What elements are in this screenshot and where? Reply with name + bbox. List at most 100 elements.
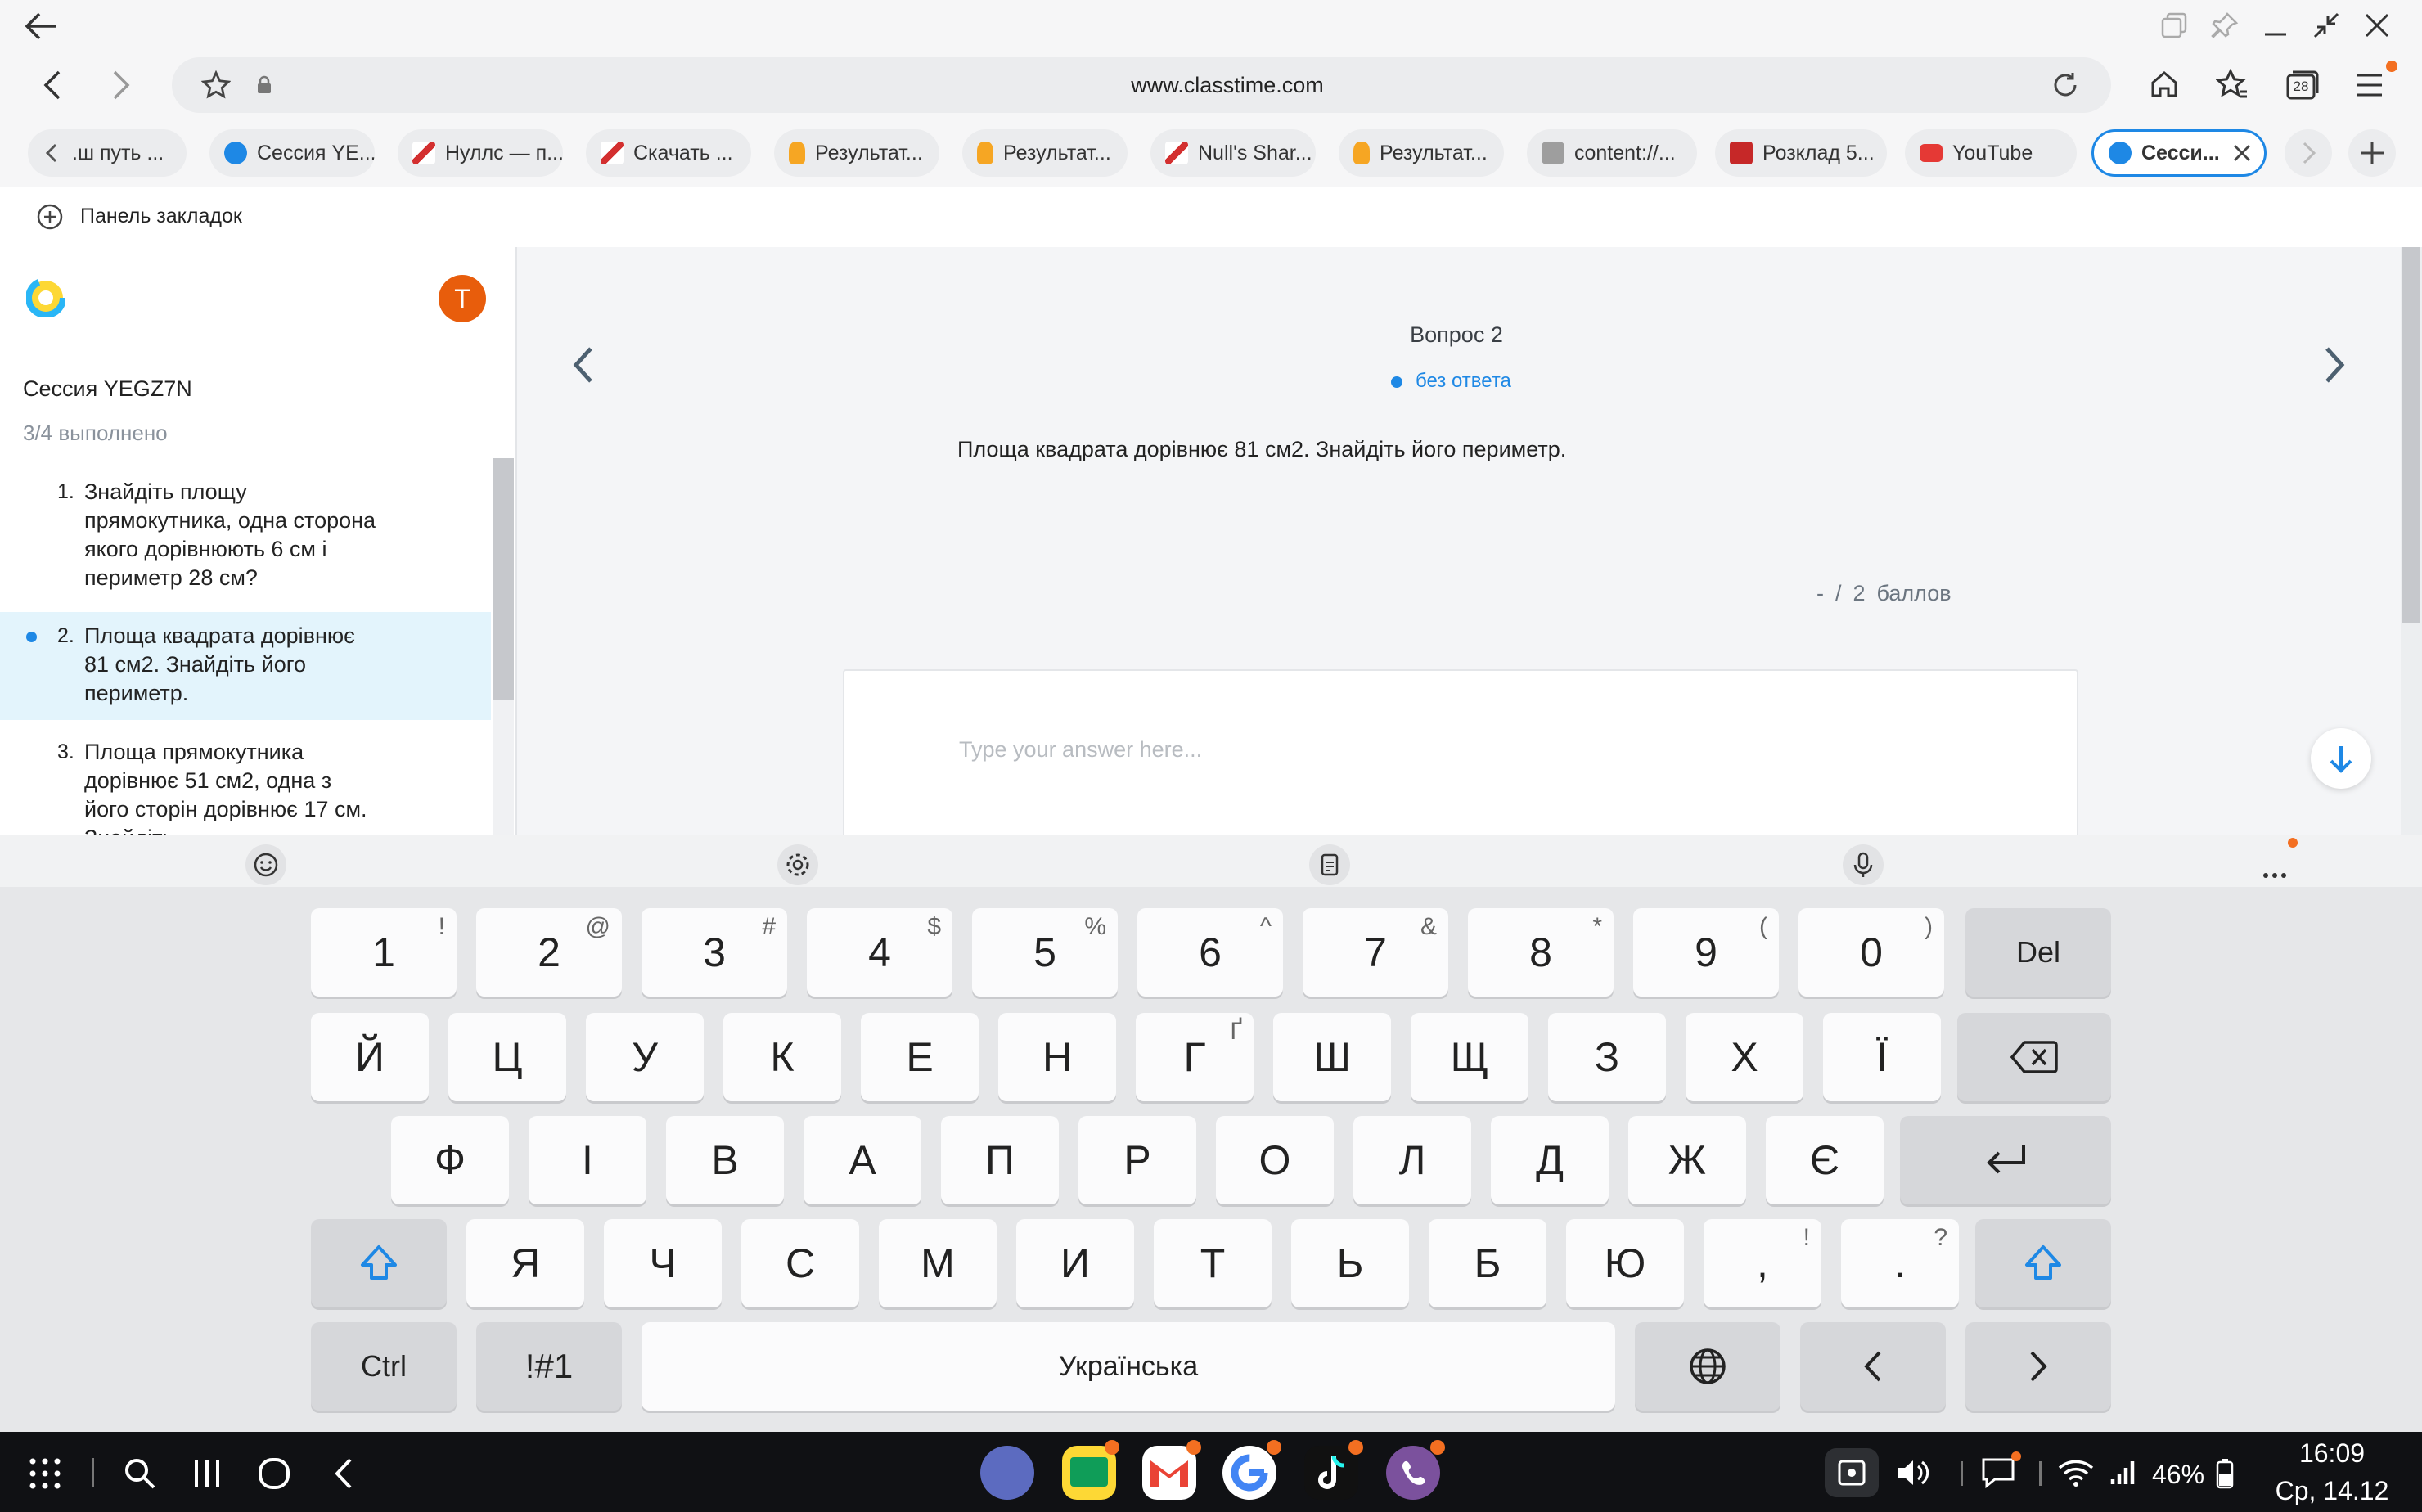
pin-icon[interactable] <box>2211 11 2239 39</box>
home-icon[interactable] <box>2149 69 2180 100</box>
tab-4[interactable]: Скачать ... <box>586 129 751 177</box>
home-button-icon[interactable] <box>257 1456 291 1491</box>
tab-5[interactable]: Результат... <box>774 129 939 177</box>
backspace-key[interactable] <box>1957 1013 2111 1101</box>
nav-back-icon[interactable] <box>38 69 67 101</box>
sidebar-scrollbar-thumb[interactable] <box>493 458 514 700</box>
question-list-item-active[interactable]: 2. Площа квадрата дорівнює 81 см2. Знайд… <box>0 612 491 720</box>
bookmarks-panel-label[interactable]: Панель закладок <box>80 205 242 228</box>
classtime-logo-icon[interactable] <box>26 278 65 317</box>
tab-10[interactable]: Розклад 5... <box>1715 129 1887 177</box>
key-8[interactable]: 8 * <box>1468 908 1614 997</box>
key-letter[interactable]: Б <box>1429 1219 1546 1307</box>
minimize-icon[interactable] <box>2262 11 2289 39</box>
tab-scroll-right-button[interactable] <box>2285 129 2332 177</box>
key-4[interactable]: 4 $ <box>807 908 952 997</box>
key-letter[interactable]: Ч <box>604 1219 722 1307</box>
question-list-item[interactable]: 3. Площа прямокутника дорівнює 51 см2, о… <box>0 738 491 835</box>
url-text[interactable]: www.classtime.com <box>818 57 1636 113</box>
key-letter[interactable]: Д <box>1491 1116 1609 1204</box>
tab-12-active[interactable]: Сесси... <box>2091 129 2267 177</box>
bookmark-star-icon[interactable] <box>201 70 231 100</box>
cursor-right-key[interactable] <box>1965 1322 2111 1411</box>
screen-capture-icon[interactable] <box>1825 1448 1879 1497</box>
nav-forward-icon[interactable] <box>106 69 136 101</box>
key-letter[interactable]: Ь <box>1291 1219 1409 1307</box>
messages-app-icon[interactable] <box>980 1446 1034 1500</box>
key-letter[interactable]: М <box>879 1219 997 1307</box>
spacebar-key[interactable]: Українська <box>642 1322 1615 1411</box>
page-scrollbar-thumb[interactable] <box>2402 247 2420 623</box>
key-letter[interactable]: Н <box>998 1013 1116 1101</box>
answer-field[interactable] <box>843 669 2078 861</box>
key-letter[interactable]: С <box>741 1219 859 1307</box>
back-arrow-icon[interactable] <box>25 11 57 41</box>
bookmarks-icon[interactable] <box>2216 69 2249 100</box>
system-back-icon[interactable] <box>327 1456 362 1491</box>
key-letter[interactable]: Ї <box>1823 1013 1941 1101</box>
key-letter[interactable]: Е <box>861 1013 979 1101</box>
shift-left-key[interactable] <box>311 1219 447 1307</box>
key-letter[interactable]: Ш <box>1273 1013 1391 1101</box>
key-9[interactable]: 9( <box>1633 908 1779 997</box>
key-letter[interactable]: И <box>1016 1219 1134 1307</box>
recents-icon[interactable] <box>190 1456 224 1491</box>
emoji-icon[interactable] <box>245 844 286 885</box>
shift-right-key[interactable] <box>1975 1219 2111 1307</box>
key-letter[interactable]: Ц <box>448 1013 566 1101</box>
menu-icon[interactable] <box>2355 70 2384 100</box>
key-letter[interactable]: Х <box>1686 1013 1803 1101</box>
key-letter[interactable]: Ф <box>391 1116 509 1204</box>
language-key[interactable] <box>1635 1322 1780 1411</box>
key-letter[interactable]: Є <box>1766 1116 1884 1204</box>
del-key[interactable]: Del <box>1965 908 2111 997</box>
key-0[interactable]: 0) <box>1798 908 1944 997</box>
sidebar-scrollbar-track[interactable] <box>493 458 514 835</box>
key-5[interactable]: 5% <box>972 908 1118 997</box>
key-letter[interactable]: Р <box>1078 1116 1196 1204</box>
tab-2[interactable]: Сессия YE... <box>209 129 375 177</box>
tab-3[interactable]: Нуллс — п... <box>398 129 563 177</box>
key-letter[interactable]: Ю <box>1566 1219 1684 1307</box>
tab-8[interactable]: Результат... <box>1339 129 1504 177</box>
tab-7[interactable]: Null's Shar... <box>1150 129 1316 177</box>
key-1[interactable]: 1! <box>311 908 457 997</box>
key-letter[interactable]: Щ <box>1411 1013 1528 1101</box>
key-letter[interactable]: І <box>529 1116 646 1204</box>
key-letter[interactable]: П <box>941 1116 1059 1204</box>
key-letter[interactable]: В <box>666 1116 784 1204</box>
settings-gear-icon[interactable] <box>777 844 818 885</box>
period-key[interactable]: .? <box>1841 1219 1959 1307</box>
key-letter[interactable]: Т <box>1154 1219 1272 1307</box>
key-letter[interactable]: Л <box>1353 1116 1471 1204</box>
app-drawer-icon[interactable] <box>28 1456 62 1491</box>
page-scrollbar-track[interactable] <box>2401 247 2422 835</box>
microphone-icon[interactable] <box>1843 844 1884 885</box>
question-list-item[interactable]: 1. Знайдіть площу прямокутника, одна сто… <box>0 478 491 599</box>
key-letter[interactable]: А <box>804 1116 921 1204</box>
tab-9[interactable]: content://... <box>1527 129 1697 177</box>
previous-question-icon[interactable] <box>569 344 597 386</box>
close-window-icon[interactable] <box>2363 11 2391 39</box>
ctrl-key[interactable]: Ctrl <box>311 1322 457 1411</box>
key-7[interactable]: 7 & <box>1303 908 1448 997</box>
clipboard-icon[interactable] <box>1309 844 1350 885</box>
answer-input[interactable] <box>957 728 1943 771</box>
key-letter[interactable]: У <box>586 1013 704 1101</box>
google-app-icon[interactable] <box>1222 1446 1276 1500</box>
add-bookmark-icon[interactable] <box>36 203 64 231</box>
key-letter[interactable]: Й <box>311 1013 429 1101</box>
gmail-app-icon[interactable] <box>1142 1446 1196 1500</box>
key-letter[interactable]: О <box>1216 1116 1334 1204</box>
tab-11[interactable]: YouTube <box>1905 129 2077 177</box>
comma-key[interactable]: ,! <box>1704 1219 1821 1307</box>
search-icon[interactable] <box>123 1456 157 1491</box>
new-tab-button[interactable] <box>2348 129 2396 177</box>
key-letter[interactable]: Я <box>466 1219 584 1307</box>
symbols-key[interactable]: !#1 <box>476 1322 622 1411</box>
restore-icon[interactable] <box>2312 11 2340 39</box>
key-letter[interactable]: Ж <box>1628 1116 1746 1204</box>
scroll-down-button[interactable] <box>2311 728 2371 789</box>
tab-6[interactable]: Результат... <box>962 129 1128 177</box>
key-6[interactable]: 6 ^ <box>1137 908 1283 997</box>
